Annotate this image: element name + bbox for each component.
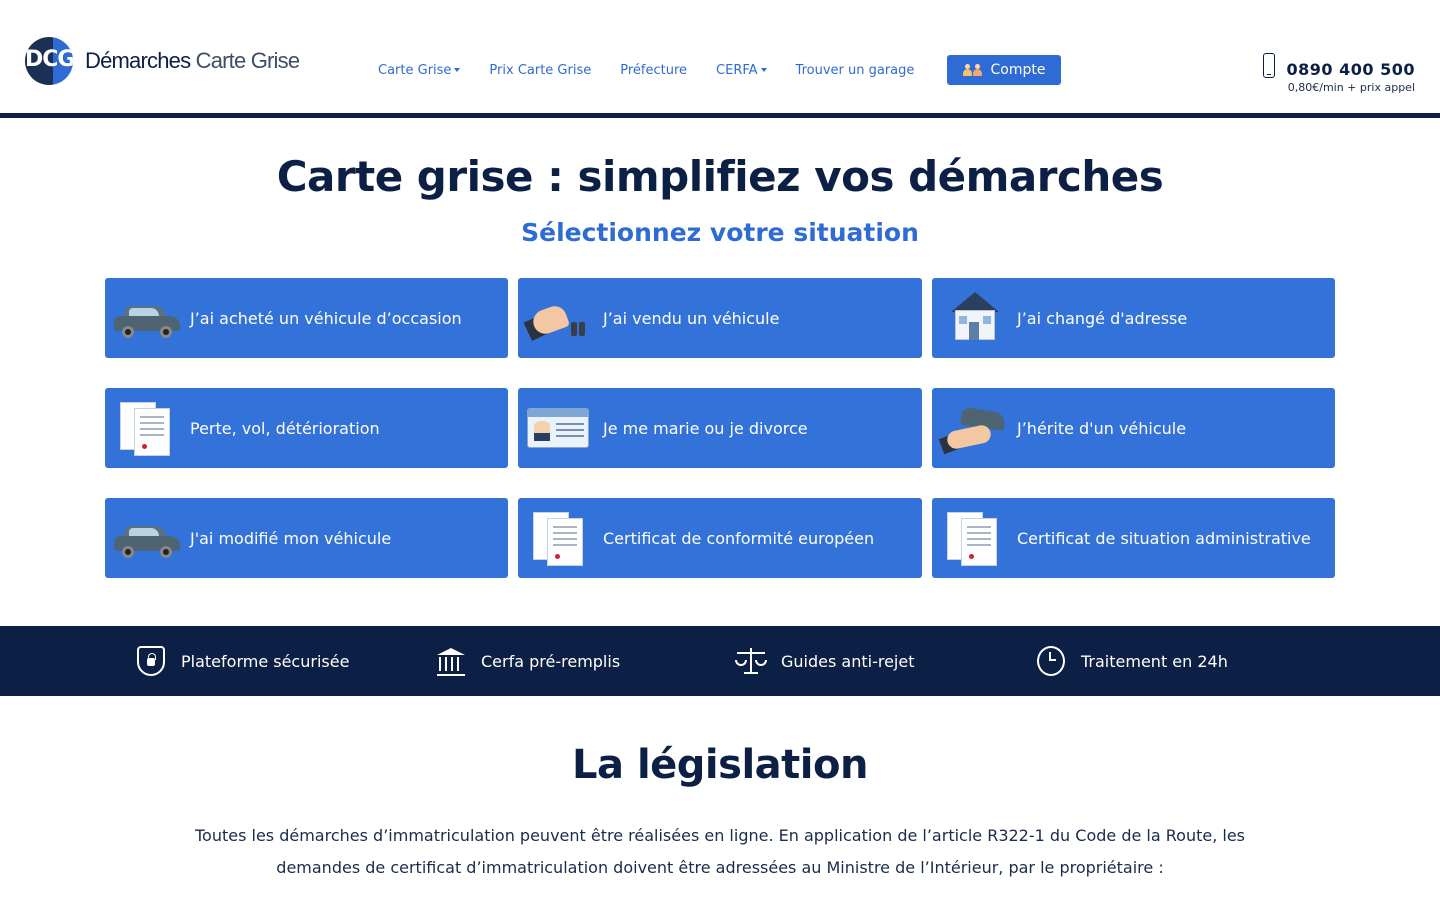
site-header: DCG Démarches Carte Grise Carte Grise Pr… bbox=[0, 0, 1440, 113]
situation-card-perte-vol[interactable]: Perte, vol, détérioration bbox=[105, 388, 508, 468]
situation-card-changement-adresse[interactable]: J’ai changé d'adresse bbox=[932, 278, 1335, 358]
chevron-down-icon bbox=[454, 68, 461, 72]
situation-label: Perte, vol, détérioration bbox=[190, 418, 380, 438]
nav-prefecture[interactable]: Préfecture bbox=[620, 63, 687, 78]
situation-card-conformite[interactable]: Certificat de conformité européen bbox=[518, 498, 922, 578]
logo-word-1: Démarches bbox=[85, 48, 191, 73]
nav-label: Carte Grise bbox=[378, 62, 452, 78]
situation-label: J’hérite d'un véhicule bbox=[1017, 418, 1187, 438]
page-title: Carte grise : simplifiez vos démarches bbox=[276, 152, 1164, 201]
feature-cerfa: Cerfa pré-remplis bbox=[437, 642, 620, 680]
documents-icon bbox=[939, 508, 1009, 568]
car-keys-icon bbox=[523, 288, 595, 348]
documents-icon bbox=[112, 398, 182, 458]
features-band: Plateforme sécurisée Cerfa pré-remplis G… bbox=[0, 626, 1440, 696]
car-icon bbox=[112, 508, 182, 568]
feature-guides: Guides anti-rejet bbox=[735, 642, 915, 680]
situation-card-achat-occasion[interactable]: J’ai acheté un véhicule d’occasion bbox=[105, 278, 508, 358]
clock-icon bbox=[1037, 646, 1065, 676]
feature-label: Guides anti-rejet bbox=[781, 651, 915, 671]
phone-number-link[interactable]: 0890 400 500 bbox=[1287, 60, 1415, 79]
main-nav: Carte Grise Prix Carte Grise Préfecture … bbox=[378, 55, 943, 85]
house-icon bbox=[939, 288, 1009, 348]
situation-card-mariage-divorce[interactable]: Je me marie ou je divorce bbox=[518, 388, 922, 468]
feature-secure: Plateforme sécurisée bbox=[137, 642, 349, 680]
car-icon bbox=[112, 288, 182, 348]
documents-icon bbox=[525, 508, 595, 568]
nav-cerfa[interactable]: CERFA bbox=[716, 63, 767, 78]
situation-label: J’ai acheté un véhicule d’occasion bbox=[190, 308, 462, 328]
nav-label: Trouver un garage bbox=[795, 62, 915, 78]
legislation-title: La législation bbox=[572, 742, 868, 788]
feature-treatment: Traitement en 24h bbox=[1037, 642, 1228, 680]
logo-text: Démarches Carte Grise bbox=[85, 48, 300, 74]
id-card-icon bbox=[525, 398, 595, 458]
situation-label: J’ai changé d'adresse bbox=[1017, 308, 1188, 328]
nav-carte-grise[interactable]: Carte Grise bbox=[378, 62, 461, 78]
shield-lock-icon bbox=[137, 646, 165, 676]
situation-label: J’ai vendu un véhicule bbox=[603, 308, 780, 328]
phone-price: 0,80€/min + prix appel bbox=[1287, 81, 1415, 94]
nav-trouver-garage[interactable]: Trouver un garage bbox=[796, 63, 915, 78]
situation-card-modification[interactable]: J'ai modifié mon véhicule bbox=[105, 498, 508, 578]
phone-icon bbox=[1262, 53, 1275, 78]
legislation-text: Toutes les démarches d’immatriculation p… bbox=[194, 826, 1245, 877]
scale-icon bbox=[735, 646, 767, 676]
situation-grid: J’ai acheté un véhicule d’occasion J’ai … bbox=[105, 278, 1335, 578]
situation-card-vente[interactable]: J’ai vendu un véhicule bbox=[518, 278, 922, 358]
institution-icon bbox=[437, 646, 465, 676]
logo-word-2: Carte Grise bbox=[195, 48, 300, 73]
logo-badge-text: DCG bbox=[25, 47, 73, 72]
users-icon bbox=[962, 64, 983, 76]
feature-label: Plateforme sécurisée bbox=[181, 651, 350, 671]
situation-label: J'ai modifié mon véhicule bbox=[190, 528, 392, 548]
site-logo[interactable]: DCG Démarches Carte Grise bbox=[25, 37, 300, 85]
situation-label: Certificat de situation administrative bbox=[1017, 528, 1311, 548]
feature-label: Cerfa pré-remplis bbox=[481, 651, 621, 671]
feature-label: Traitement en 24h bbox=[1081, 651, 1228, 671]
logo-badge: DCG bbox=[25, 37, 73, 85]
nav-label: Prix Carte Grise bbox=[489, 62, 592, 78]
phone-contact: 0890 400 500 0,80€/min + prix appel bbox=[1262, 52, 1415, 94]
situation-label: Je me marie ou je divorce bbox=[603, 418, 808, 438]
situation-card-heritage[interactable]: J’hérite d'un véhicule bbox=[932, 388, 1335, 468]
nav-prix-carte-grise[interactable]: Prix Carte Grise bbox=[489, 63, 591, 78]
account-button[interactable]: Compte bbox=[947, 55, 1061, 85]
nav-label: CERFA bbox=[716, 62, 758, 78]
account-button-label: Compte bbox=[990, 62, 1046, 78]
situation-card-situation-administrative[interactable]: Certificat de situation administrative bbox=[932, 498, 1335, 578]
hand-car-icon bbox=[938, 398, 1009, 458]
chevron-down-icon bbox=[760, 68, 767, 72]
page-subtitle: Sélectionnez votre situation bbox=[521, 218, 919, 247]
situation-label: Certificat de conformité européen bbox=[603, 528, 875, 548]
nav-label: Préfecture bbox=[620, 62, 688, 78]
header-divider bbox=[0, 113, 1440, 118]
